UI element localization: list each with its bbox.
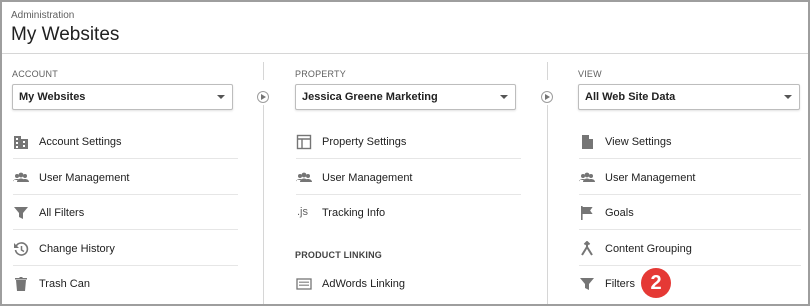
property-user-management-label: User Management [322,172,413,184]
building-icon [14,136,28,149]
people-icon [296,172,312,182]
page-title: My Websites [11,24,120,45]
adwords-linking-label: AdWords Linking [322,278,405,290]
content-grouping-label: Content Grouping [605,243,692,255]
all-filters-label: All Filters [39,207,85,219]
step-number-badge: 2 [641,268,671,298]
product-linking-heading: PRODUCT LINKING [295,250,382,260]
account-select-value: My Websites [19,91,86,103]
account-user-management-label: User Management [39,172,130,184]
property-label: PROPERTY [295,69,346,79]
change-history-label: Change History [39,243,115,255]
account-column: ACCOUNT My Websites Account Settings Use… [11,54,239,304]
chevron-down-icon [500,95,508,99]
view-column: VIEW All Web Site Data View Settings Use… [577,54,805,304]
arrow-right-icon [257,91,269,103]
view-user-management-item[interactable]: User Management [579,160,801,195]
goals-item[interactable]: Goals [579,195,801,230]
filter-icon [580,278,594,290]
filter-icon [14,207,28,219]
view-select[interactable]: All Web Site Data [578,84,800,110]
history-icon [14,242,29,256]
view-user-management-label: User Management [605,172,696,184]
property-select[interactable]: Jessica Greene Marketing [295,84,516,110]
account-settings-item[interactable]: Account Settings [13,124,238,159]
people-icon [13,172,29,182]
column-divider [547,62,548,80]
column-divider [263,105,264,304]
account-settings-label: Account Settings [39,136,122,148]
goals-label: Goals [605,207,634,219]
page-header: Administration My Websites [2,2,808,54]
chevron-down-icon [784,95,792,99]
account-user-management-item[interactable]: User Management [13,160,238,195]
account-label: ACCOUNT [12,69,58,79]
trash-can-label: Trash Can [39,278,90,290]
property-user-management-item[interactable]: User Management [296,160,521,195]
trash-can-item[interactable]: Trash Can [13,266,238,301]
grouping-icon [581,241,593,256]
view-settings-label: View Settings [605,136,672,148]
admin-panel: Administration My Websites ACCOUNT My We… [0,0,810,306]
property-settings-item[interactable]: Property Settings [296,124,521,159]
property-settings-label: Property Settings [322,136,407,148]
property-select-value: Jessica Greene Marketing [302,91,438,103]
view-label: VIEW [578,69,602,79]
js-icon: .js [297,206,308,218]
all-filters-item[interactable]: All Filters [13,195,238,230]
filters-item[interactable]: Filters [579,266,801,301]
arrow-right-icon [541,91,553,103]
tracking-info-item[interactable]: .js Tracking Info [296,195,521,230]
layout-icon [296,134,312,150]
document-icon [582,135,593,149]
column-divider [547,105,548,304]
people-icon [579,172,595,182]
breadcrumb[interactable]: Administration [11,10,74,21]
column-divider [263,62,264,80]
flag-icon [581,206,593,220]
property-column: PROPERTY Jessica Greene Marketing Proper… [294,54,522,304]
content-grouping-item[interactable]: Content Grouping [579,231,801,266]
filters-label: Filters [605,278,635,290]
change-history-item[interactable]: Change History [13,231,238,266]
chevron-down-icon [217,95,225,99]
adwords-icon [296,278,312,290]
view-settings-item[interactable]: View Settings [579,124,801,159]
trash-icon [15,277,27,291]
view-select-value: All Web Site Data [585,91,676,103]
tracking-info-label: Tracking Info [322,207,386,219]
account-select[interactable]: My Websites [12,84,233,110]
adwords-linking-item[interactable]: AdWords Linking [296,266,521,301]
